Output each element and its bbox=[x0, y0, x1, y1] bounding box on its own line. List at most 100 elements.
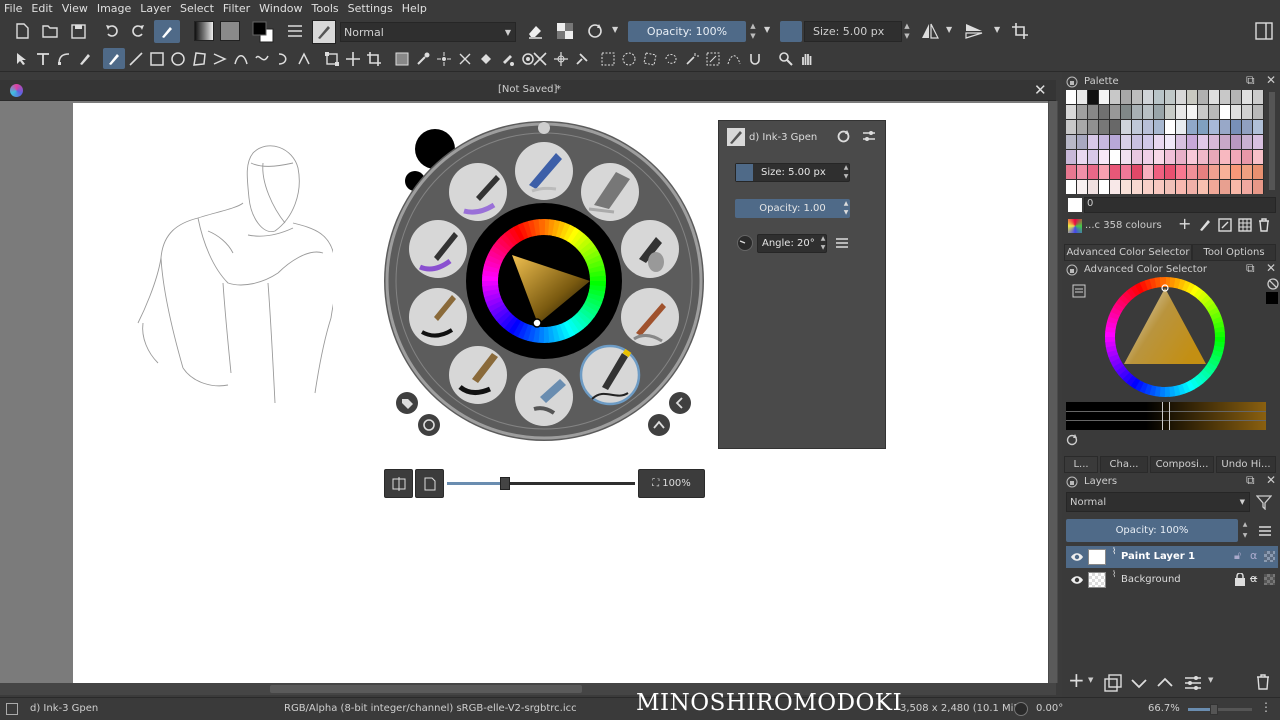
rotation-dial-icon[interactable] bbox=[1014, 702, 1028, 716]
palette-swatch[interactable] bbox=[1176, 150, 1186, 164]
palette-swatch[interactable] bbox=[1165, 165, 1175, 179]
palette-swatch[interactable] bbox=[1187, 135, 1197, 149]
palette-swatch[interactable] bbox=[1231, 105, 1241, 119]
new-document-icon[interactable] bbox=[14, 23, 30, 39]
move-tool-icon[interactable] bbox=[345, 51, 361, 67]
palette-swatch[interactable] bbox=[1242, 105, 1252, 119]
palette-swatch[interactable] bbox=[1176, 90, 1186, 104]
opacity-spinner[interactable]: ▲ ▼ bbox=[748, 21, 758, 42]
palette-swatch[interactable] bbox=[1077, 165, 1087, 179]
select-shapes-icon[interactable] bbox=[14, 51, 30, 67]
eye-icon[interactable] bbox=[1070, 550, 1084, 564]
freehand-path-icon[interactable] bbox=[254, 51, 270, 67]
blend-options-icon[interactable] bbox=[286, 23, 304, 39]
colorize-mask-icon[interactable] bbox=[499, 51, 515, 67]
measure-tool-icon[interactable] bbox=[532, 51, 548, 67]
palette-swatch[interactable] bbox=[1066, 135, 1076, 149]
palette-swatch[interactable] bbox=[1099, 165, 1109, 179]
palette-swatch[interactable] bbox=[1066, 150, 1076, 164]
polygon-select-icon[interactable] bbox=[642, 51, 658, 67]
chevron-down-icon[interactable]: ▼ bbox=[994, 25, 1000, 34]
palette-swatch[interactable] bbox=[1165, 135, 1175, 149]
hud-opacity-slider[interactable]: Opacity: 1.00 bbox=[735, 199, 850, 218]
zoom-canvas-button[interactable] bbox=[648, 414, 670, 436]
palette-swatch[interactable] bbox=[1220, 105, 1230, 119]
bezier-curve-icon[interactable] bbox=[233, 51, 249, 67]
brush-preset-thumbnail-icon[interactable] bbox=[312, 20, 336, 44]
hud-angle-field[interactable]: Angle: 20° bbox=[757, 234, 827, 253]
palette-grid-icon[interactable] bbox=[1238, 218, 1252, 232]
eye-icon[interactable] bbox=[1070, 573, 1084, 587]
palette-swatch[interactable] bbox=[1187, 180, 1197, 194]
palette-swatch[interactable] bbox=[1066, 105, 1076, 119]
pan-tool-icon[interactable] bbox=[799, 51, 815, 67]
palette-swatch[interactable] bbox=[1154, 150, 1164, 164]
palette-swatch[interactable] bbox=[1121, 120, 1131, 134]
palette-swatch[interactable] bbox=[1088, 180, 1098, 194]
palette-scrollbar[interactable] bbox=[1269, 92, 1275, 190]
brush-presets-button[interactable] bbox=[154, 20, 180, 43]
hud-size-spinner[interactable]: ▲ ▼ bbox=[842, 163, 850, 182]
palette-swatch[interactable] bbox=[1099, 90, 1109, 104]
palette-swatch[interactable] bbox=[1253, 90, 1263, 104]
move-layer-up-icon[interactable] bbox=[1156, 674, 1174, 692]
multibrush-icon[interactable] bbox=[296, 51, 312, 67]
menu-window[interactable]: Window bbox=[259, 2, 302, 15]
rotation-handle[interactable] bbox=[538, 122, 550, 134]
palette-swatch[interactable] bbox=[1176, 165, 1186, 179]
layer-opacity-spinner[interactable]: ▲ ▼ bbox=[1240, 519, 1250, 542]
edit-swatch-icon[interactable] bbox=[1198, 218, 1212, 232]
palette-swatch[interactable] bbox=[1231, 165, 1241, 179]
inherit-alpha-icon[interactable] bbox=[1264, 551, 1275, 562]
size-slider[interactable]: Size: 5.00 px bbox=[804, 21, 902, 42]
zoom-slider[interactable] bbox=[1188, 704, 1252, 715]
brush-slot-1[interactable] bbox=[515, 142, 573, 200]
palette-swatch[interactable] bbox=[1088, 105, 1098, 119]
palette-swatch[interactable] bbox=[1154, 105, 1164, 119]
reload-preset-icon[interactable] bbox=[586, 23, 604, 39]
palette-swatch[interactable] bbox=[1220, 120, 1230, 134]
palette-swatch[interactable] bbox=[1110, 120, 1120, 134]
palette-swatch[interactable] bbox=[1220, 150, 1230, 164]
brush-slot-5-active[interactable] bbox=[579, 344, 641, 406]
pan-zoom-tool-icon[interactable] bbox=[553, 51, 569, 67]
palette-swatch[interactable] bbox=[1187, 165, 1197, 179]
palette-swatch[interactable] bbox=[1220, 180, 1230, 194]
mirror-canvas-button[interactable] bbox=[384, 469, 413, 498]
tag-button[interactable] bbox=[396, 392, 418, 414]
palette-swatch[interactable] bbox=[1220, 135, 1230, 149]
contiguous-select-icon[interactable] bbox=[684, 51, 700, 67]
palette-chooser-icon[interactable] bbox=[1068, 219, 1082, 233]
chevron-down-icon[interactable]: ▼ bbox=[946, 25, 952, 34]
palette-swatch[interactable] bbox=[1231, 180, 1241, 194]
palette-swatch[interactable] bbox=[1165, 150, 1175, 164]
size-slider-fill[interactable] bbox=[780, 21, 802, 42]
palette-swatch[interactable] bbox=[1198, 165, 1208, 179]
delete-layer-icon[interactable] bbox=[1256, 674, 1272, 692]
palette-swatch[interactable] bbox=[1121, 105, 1131, 119]
palette-swatch[interactable] bbox=[1198, 105, 1208, 119]
palette-swatch[interactable] bbox=[1121, 150, 1131, 164]
save-icon[interactable] bbox=[70, 23, 86, 39]
hamburger-menu-icon[interactable] bbox=[836, 237, 850, 251]
palette-swatch[interactable] bbox=[1176, 120, 1186, 134]
palette-swatch[interactable] bbox=[1242, 180, 1252, 194]
palette-swatch[interactable] bbox=[1220, 90, 1230, 104]
hud-angle-spinner[interactable]: ▲ ▼ bbox=[819, 234, 827, 253]
menu-image[interactable]: Image bbox=[97, 2, 131, 15]
palette-swatch[interactable] bbox=[1231, 90, 1241, 104]
tab-undo-history[interactable]: Undo Hi... bbox=[1216, 456, 1276, 473]
tab-compositions[interactable]: Composi... bbox=[1150, 456, 1214, 473]
palette-swatch[interactable] bbox=[1253, 180, 1263, 194]
polyline-tool-icon[interactable] bbox=[212, 51, 228, 67]
menu-layer[interactable]: Layer bbox=[140, 2, 171, 15]
chevron-down-icon[interactable]: ▼ bbox=[612, 25, 618, 34]
palette-swatch[interactable] bbox=[1088, 135, 1098, 149]
palette-swatch[interactable] bbox=[1209, 165, 1219, 179]
polygon-tool-icon[interactable] bbox=[191, 51, 207, 67]
palette-swatch[interactable] bbox=[1099, 105, 1109, 119]
palette-swatch[interactable] bbox=[1187, 150, 1197, 164]
rotation-slider-track[interactable] bbox=[447, 477, 635, 490]
zoom-tool-icon[interactable] bbox=[778, 51, 794, 67]
lock-docker-icon[interactable] bbox=[1066, 76, 1078, 88]
